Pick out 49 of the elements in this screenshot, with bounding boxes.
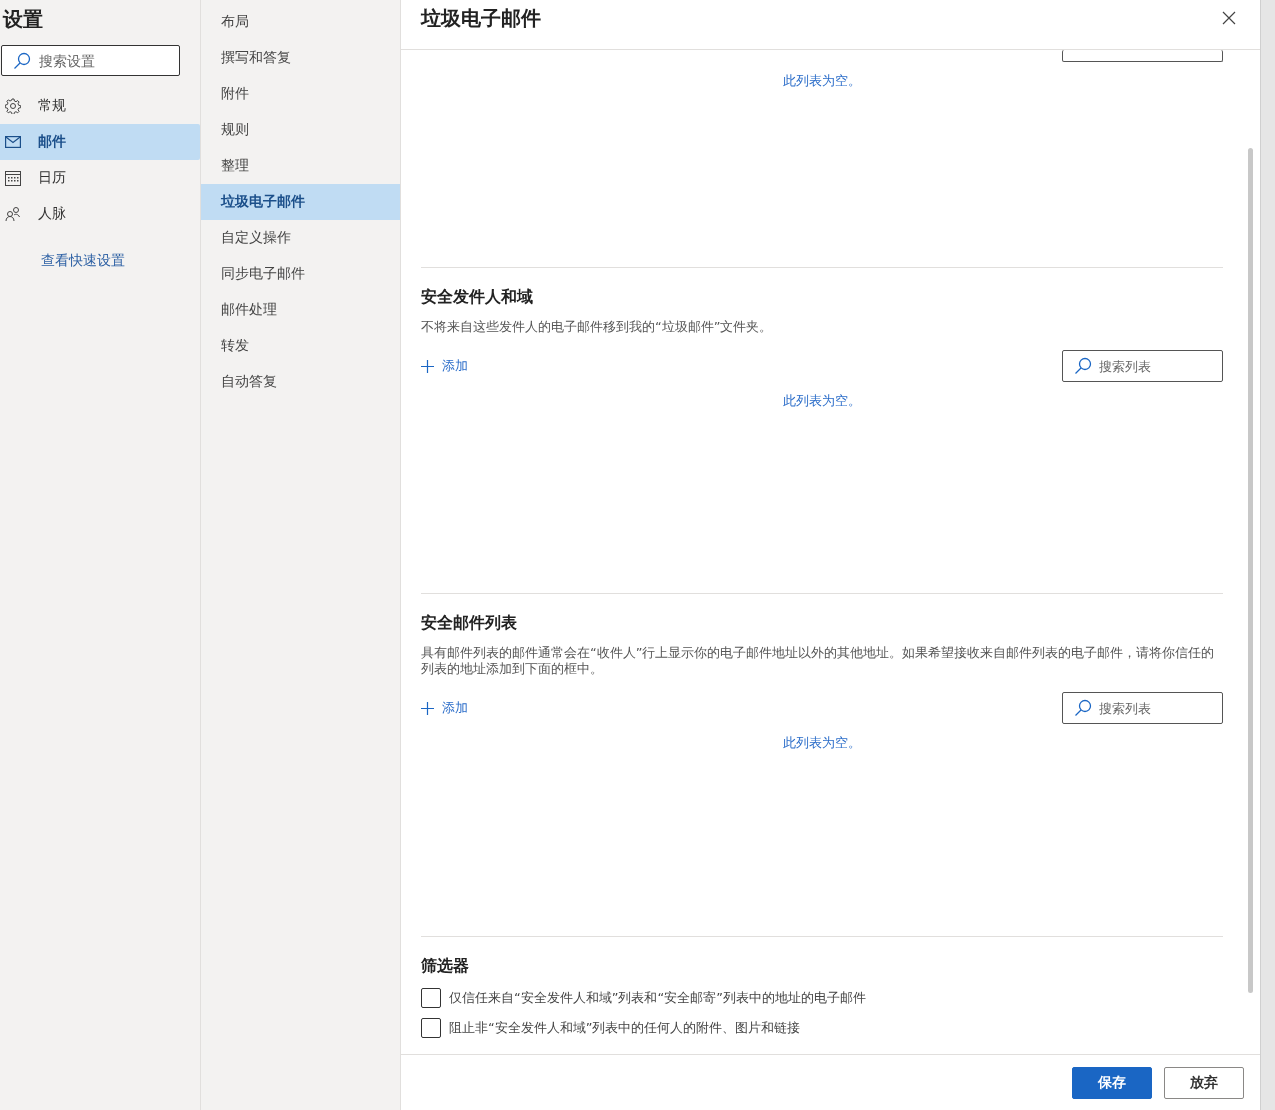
gear-icon — [5, 98, 21, 114]
close-button[interactable] — [1222, 11, 1236, 25]
section-title: 安全邮件列表 — [421, 613, 518, 634]
envelope-icon — [5, 136, 21, 148]
subnav-item[interactable]: 自定义操作 — [201, 220, 400, 256]
panel-title: 垃圾电子邮件 — [421, 5, 541, 32]
empty-list-message: 此列表为空。 — [783, 72, 861, 90]
search-field[interactable]: 搜索设置 — [1, 45, 180, 76]
people-icon — [5, 206, 21, 222]
nav-item[interactable]: 常规 — [0, 88, 200, 124]
calendar-icon — [5, 170, 21, 186]
nav-item[interactable]: 人脉 — [0, 196, 200, 232]
search-icon — [1074, 699, 1092, 717]
subnav-item[interactable]: 布局 — [201, 4, 400, 40]
nav-item[interactable]: 邮件 — [0, 124, 200, 160]
save-button[interactable]: 保存 — [1072, 1066, 1152, 1099]
section-title: 筛选器 — [421, 956, 470, 977]
subnav-item[interactable]: 自动答复 — [201, 364, 400, 400]
add-button[interactable]: 添加 — [421, 357, 468, 375]
checkbox-label: 仅信任来自“安全发件人和域”列表和“安全邮寄”列表中的地址的电子邮件 — [449, 989, 866, 1007]
discard-button[interactable]: 放弃 — [1164, 1066, 1244, 1099]
subnav-item[interactable]: 转发 — [201, 328, 400, 364]
close-icon — [1222, 11, 1236, 25]
subnav-item[interactable]: 垃圾电子邮件 — [201, 184, 400, 220]
checkbox-label: 阻止非“安全发件人和域”列表中的任何人的附件、图片和链接 — [449, 1019, 801, 1037]
search-field[interactable]: 搜索列表 — [1062, 692, 1223, 724]
subnav-item[interactable]: 邮件处理 — [201, 292, 400, 328]
plus-icon — [421, 701, 434, 715]
checkbox[interactable] — [421, 988, 441, 1008]
empty-list-message: 此列表为空。 — [783, 392, 861, 410]
subnav-item[interactable]: 同步电子邮件 — [201, 256, 400, 292]
section-title: 安全发件人和域 — [421, 287, 534, 308]
plus-icon — [421, 359, 434, 373]
search-field[interactable]: 搜索列表 — [1062, 350, 1223, 382]
quick-settings-link[interactable]: 查看快速设置 — [41, 252, 125, 270]
empty-list-message: 此列表为空。 — [783, 734, 861, 752]
section-description: 具有邮件列表的邮件通常会在“收件人”行上显示你的电子邮件地址以外的其他地址。如果希望接收来自邮件列表的电子邮件，请将你信任的列表的地址添加到下面的框中。 — [421, 645, 1216, 677]
search-field[interactable] — [1062, 50, 1223, 62]
subnav-item[interactable]: 撰写和答复 — [201, 40, 400, 76]
search-icon — [1074, 357, 1092, 375]
section-description: 不将来自这些发件人的电子邮件移到我的“垃圾邮件”文件夹。 — [421, 319, 774, 335]
search-icon — [13, 52, 31, 70]
checkbox[interactable] — [421, 1018, 441, 1038]
subnav-item[interactable]: 整理 — [201, 148, 400, 184]
add-button[interactable]: 添加 — [421, 699, 468, 717]
subnav-item[interactable]: 附件 — [201, 76, 400, 112]
nav-item[interactable]: 日历 — [0, 160, 200, 196]
subnav-item[interactable]: 规则 — [201, 112, 400, 148]
settings-title: 设置 — [1, 6, 44, 33]
